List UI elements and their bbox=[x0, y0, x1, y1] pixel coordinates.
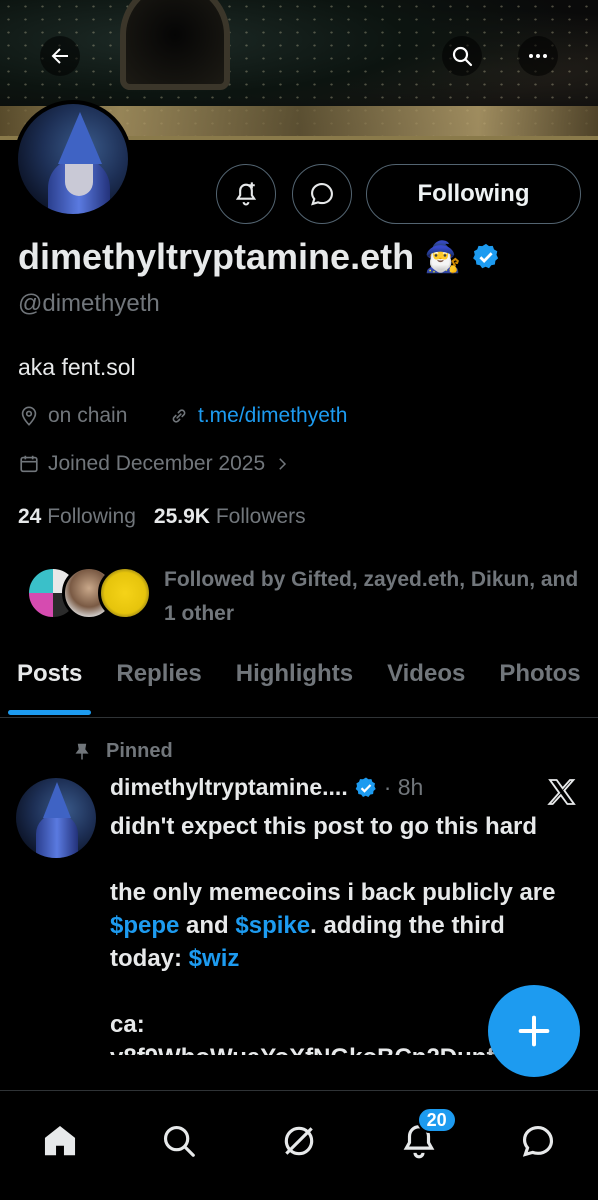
followed-by-text[interactable]: Followed by Gifted, zayed.eth, Dikun, an… bbox=[164, 563, 584, 631]
location-pin-icon bbox=[21, 406, 37, 426]
tab-highlights[interactable]: Highlights bbox=[219, 640, 370, 717]
tab-photos[interactable]: Photos bbox=[482, 640, 597, 717]
profile-handle: @dimethyeth bbox=[18, 290, 160, 317]
banner-tunnel bbox=[120, 0, 230, 90]
cashtag-pepe[interactable]: $pepe bbox=[110, 912, 179, 939]
avatar-hat bbox=[58, 112, 102, 164]
grok-icon bbox=[284, 1126, 314, 1156]
cashtag-spike[interactable]: $spike bbox=[235, 912, 310, 939]
nav-notifications[interactable]: 20 bbox=[397, 1107, 457, 1163]
post-avatar-robe bbox=[36, 814, 78, 858]
search-button[interactable] bbox=[442, 36, 482, 76]
chevron-right-icon bbox=[279, 458, 287, 470]
search-icon bbox=[452, 46, 473, 67]
nav-home[interactable] bbox=[38, 1119, 82, 1163]
location-row: on chain bbox=[18, 404, 127, 428]
profile-bio: aka fent.sol bbox=[18, 354, 136, 380]
link-icon bbox=[172, 409, 186, 423]
follower-avatar-3 bbox=[98, 566, 152, 620]
home-icon bbox=[44, 1125, 75, 1156]
more-dots-icon bbox=[529, 54, 547, 58]
cashtag-wiz[interactable]: $wiz bbox=[189, 945, 240, 972]
following-count[interactable]: 24 Following bbox=[18, 505, 136, 529]
followers-count[interactable]: 25.9K Followers bbox=[154, 505, 306, 529]
pinned-label: Pinned bbox=[106, 740, 173, 762]
profile-tabs: Posts Replies Highlights Videos Photos bbox=[0, 640, 598, 718]
nav-messages[interactable] bbox=[516, 1119, 560, 1163]
post-header: dimethyltryptamine.... · 8h bbox=[110, 774, 423, 801]
compose-button[interactable] bbox=[488, 985, 580, 1077]
chat-bubble-icon bbox=[311, 183, 333, 206]
arrow-left-icon bbox=[51, 48, 68, 64]
plus-icon bbox=[518, 1015, 550, 1047]
tab-videos[interactable]: Videos bbox=[370, 640, 482, 717]
following-button[interactable]: Following bbox=[366, 164, 581, 224]
verified-badge-icon bbox=[355, 777, 376, 797]
calendar-icon bbox=[20, 455, 38, 473]
verified-badge-icon[interactable] bbox=[471, 242, 501, 272]
joined-text: Joined December 2025 bbox=[48, 452, 266, 475]
notify-button[interactable] bbox=[216, 164, 276, 224]
bottom-nav: 20 bbox=[0, 1090, 598, 1200]
followed-by-avatars[interactable] bbox=[26, 566, 152, 622]
display-name: dimethyltryptamine.eth bbox=[18, 236, 415, 277]
notifications-badge: 20 bbox=[416, 1107, 457, 1133]
profile-avatar[interactable] bbox=[14, 100, 132, 218]
location-text: on chain bbox=[48, 404, 128, 427]
message-button[interactable] bbox=[292, 164, 352, 224]
post-time: · 8h bbox=[383, 774, 424, 800]
tab-replies[interactable]: Replies bbox=[99, 640, 218, 717]
tab-posts[interactable]: Posts bbox=[0, 640, 99, 717]
back-button[interactable] bbox=[40, 36, 80, 76]
joined-row[interactable]: Joined December 2025 bbox=[18, 452, 291, 476]
post-avatar[interactable] bbox=[16, 778, 96, 858]
website-row[interactable]: t.me/dimethyeth bbox=[168, 404, 347, 428]
search-icon bbox=[164, 1125, 196, 1157]
follow-counts: 24 Following 25.9K Followers bbox=[18, 505, 306, 529]
nav-grok[interactable] bbox=[277, 1119, 321, 1163]
chat-bubble-icon bbox=[523, 1125, 554, 1157]
post-avatar-hat bbox=[43, 782, 71, 818]
bell-plus-icon bbox=[235, 182, 257, 206]
display-name-row: dimethyltryptamine.eth 🧙‍♂️ bbox=[18, 236, 501, 278]
pin-icon bbox=[75, 743, 89, 759]
more-button[interactable] bbox=[518, 36, 558, 76]
pinned-label-row: Pinned bbox=[72, 740, 173, 763]
post-author[interactable]: dimethyltryptamine.... bbox=[110, 774, 348, 801]
post-line-2: the only memecoins i back publicly are $… bbox=[110, 879, 556, 972]
nav-search[interactable] bbox=[157, 1119, 201, 1163]
wizard-emoji: 🧙‍♂️ bbox=[424, 240, 462, 274]
website-link[interactable]: t.me/dimethyeth bbox=[198, 404, 347, 428]
post-line-1: didn't expect this post to go this hard bbox=[110, 813, 538, 840]
x-logo-icon[interactable] bbox=[546, 776, 578, 808]
